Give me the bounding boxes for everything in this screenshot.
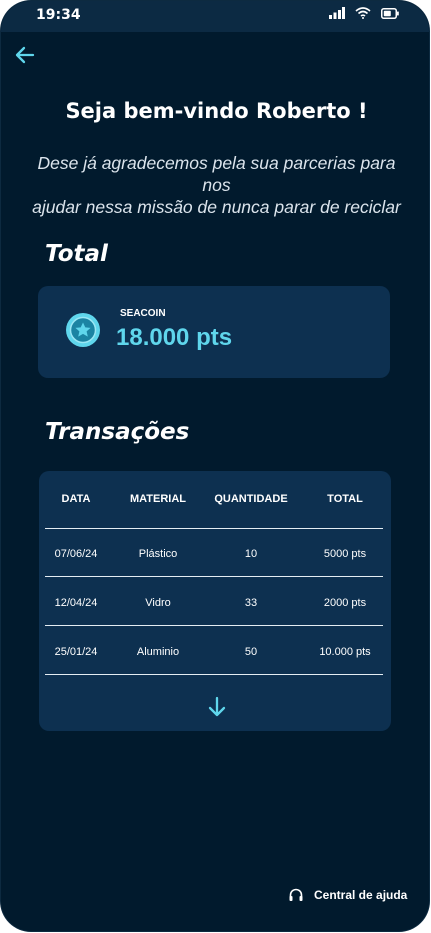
help-center-link[interactable]: Central de ajuda	[288, 887, 407, 903]
cell-total: 2000 pts	[323, 597, 367, 609]
page-title: Seja bem-vindo Roberto !	[65, 99, 368, 123]
cell-date: 25/01/24	[54, 646, 98, 658]
welcome-message: Dese já agradecemos pela sua parcerias p…	[21, 152, 412, 218]
cell-date: 12/04/24	[54, 597, 98, 609]
cell-total: 10.000 pts	[319, 646, 371, 658]
cell-date: 07/06/24	[54, 548, 98, 560]
row-divider	[45, 674, 383, 675]
signal-icon	[329, 7, 345, 19]
back-arrow-icon[interactable]	[13, 43, 37, 67]
headset-icon	[289, 888, 303, 901]
status-bar: 19:34	[1, 1, 429, 32]
row-divider	[45, 625, 383, 626]
column-header-material: MATERIAL	[129, 493, 186, 505]
cell-material: Vidro	[145, 597, 171, 609]
column-header-quantity: QUANTIDADE	[214, 493, 288, 505]
seacoin-balance-card: SEACOIN 18.000 pts	[38, 286, 390, 378]
status-time: 19:34	[36, 7, 81, 23]
column-header-date: DATA	[61, 493, 91, 505]
transactions-table: DATA MATERIAL QUANTIDADE TOTAL 07/06/24 …	[39, 471, 391, 731]
cell-quantity: 33	[244, 597, 258, 609]
row-divider	[45, 528, 383, 529]
wifi-icon	[355, 7, 371, 19]
row-divider	[45, 576, 383, 577]
arrow-down-icon[interactable]	[205, 695, 229, 719]
battery-icon	[381, 7, 399, 19]
total-section-title: Total	[45, 241, 108, 267]
seacoin-label: SEACOIN	[120, 308, 166, 319]
column-header-total: TOTAL	[327, 493, 363, 505]
status-icons	[329, 7, 399, 19]
transactions-section-title: Transações	[45, 419, 190, 445]
help-center-label: Central de ajuda	[314, 888, 408, 902]
star-coin-icon	[66, 313, 100, 347]
cell-quantity: 10	[244, 548, 258, 560]
cell-material: Aluminio	[136, 646, 180, 658]
seacoin-points: 18.000 pts	[116, 324, 233, 351]
welcome-message-line-2: ajudar nessa missão de nunca parar de re…	[32, 197, 401, 217]
welcome-message-line-1: Dese já agradecemos pela sua parcerias p…	[37, 153, 396, 195]
cell-material: Plástico	[138, 548, 178, 560]
cell-total: 5000 pts	[323, 548, 367, 560]
phone-screen: 19:34 Seja bem-vindo Roberto ! Dese já a…	[1, 1, 429, 931]
cell-quantity: 50	[244, 646, 258, 658]
